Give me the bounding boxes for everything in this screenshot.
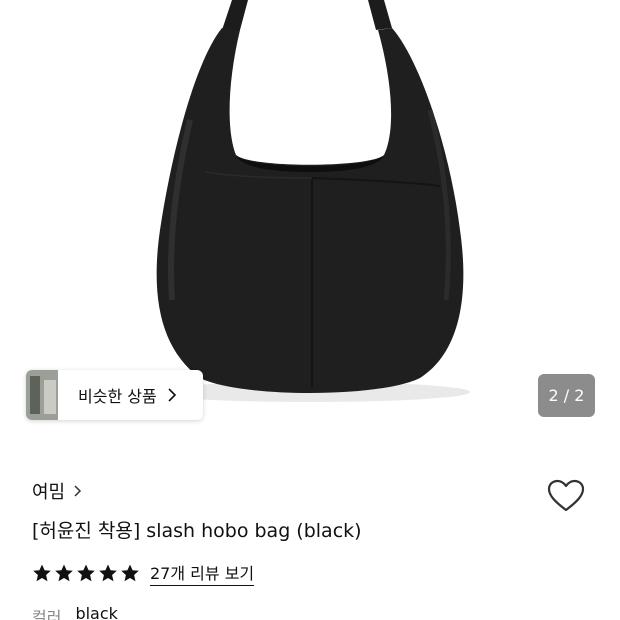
product-image-gallery[interactable]: 비슷한 상품 2 / 2 — [0, 0, 620, 440]
rating-row: 27개 리뷰 보기 — [32, 560, 255, 586]
brand-link[interactable]: 여밈 — [32, 478, 82, 504]
star-filled-icon — [55, 564, 73, 582]
star-filled-icon — [121, 564, 139, 582]
chevron-right-icon — [168, 388, 176, 402]
color-option-value: black — [75, 604, 118, 620]
similar-products-button[interactable]: 비슷한 상품 — [26, 370, 203, 420]
product-title: [허윤진 착용] slash hobo bag (black) — [32, 520, 362, 542]
review-link[interactable]: 27개 리뷰 보기 — [150, 560, 255, 586]
brand-name: 여밈 — [32, 482, 66, 503]
color-option-row: 컬러 black — [32, 604, 118, 620]
chevron-right-icon — [74, 485, 82, 497]
image-page-indicator: 2 / 2 — [538, 374, 595, 417]
similar-product-thumbnail — [26, 370, 58, 420]
star-filled-icon — [99, 564, 117, 582]
heart-outline-icon[interactable] — [546, 478, 586, 514]
color-option-label: 컬러 — [32, 608, 62, 620]
similar-products-label: 비슷한 상품 — [78, 387, 157, 406]
star-filled-icon — [33, 564, 51, 582]
star-filled-icon — [77, 564, 95, 582]
rating-stars — [32, 563, 140, 583]
